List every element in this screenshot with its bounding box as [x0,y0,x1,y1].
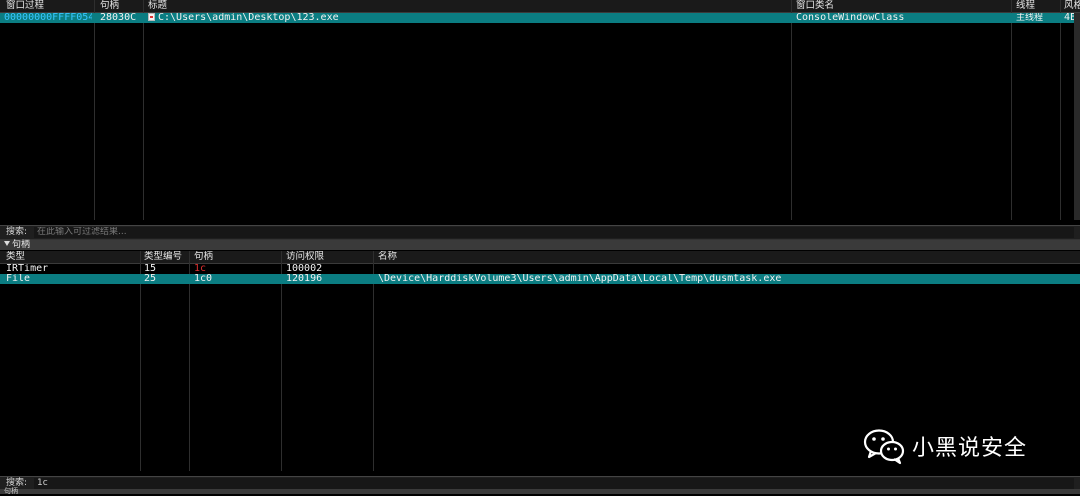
cell-type-number: 25 [144,274,157,284]
section-label-text: 句柄 [12,240,31,250]
col-access[interactable]: 访问权限 [280,251,372,263]
col-divider [791,0,792,220]
table-row[interactable]: 00000000FFFF054 28030C C:\Users\admin\De… [0,13,1080,23]
col-title[interactable]: 标题 [142,0,788,12]
cell-title: C:\Users\admin\Desktop\123.exe [142,13,788,23]
search-input[interactable] [34,478,1074,489]
cell-thread: 主线程 [1016,13,1044,23]
handles-header: 类型 类型编号 句柄 访问权限 名称 [0,251,1080,264]
table-row[interactable]: IRTimer 15 1c 100002 [0,264,1080,274]
col-name[interactable]: 名称 [372,251,1078,263]
col-divider [94,0,95,220]
cell-type-number: 15 [144,264,157,274]
col-divider [1060,0,1061,220]
watermark: 小黑说安全 [862,426,1027,466]
col-type[interactable]: 类型 [0,251,141,263]
col-style[interactable]: 风格 [1058,0,1080,12]
col-divider [189,251,190,471]
col-handle[interactable]: 句柄 [188,251,280,263]
col-thread[interactable]: 线程 [1010,0,1058,12]
col-divider [1011,0,1012,220]
cell-handle: 28030C [100,13,137,23]
scrollbar[interactable] [1074,13,1080,220]
section-label: 句柄 [4,240,30,250]
cell-handle: 1c0 [194,274,213,284]
bottom-label: 句柄 [4,487,18,495]
cell-access: 100002 [286,264,323,274]
chevron-down-icon[interactable] [4,241,10,246]
cell-type: IRTimer [6,264,49,274]
bottom-section-bar[interactable]: 句柄 [0,487,1080,495]
search-input[interactable] [34,227,1074,238]
col-divider [281,251,282,471]
title-text: C:\Users\admin\Desktop\123.exe [158,13,339,23]
col-divider [373,251,374,471]
cell-name [372,264,1078,274]
cell-window-class: ConsoleWindowClass [796,13,905,23]
file-icon [148,13,155,21]
cell-window-proc: 00000000FFFF054 [4,13,92,23]
cell-handle: 1c [194,264,207,274]
col-type-number[interactable]: 类型编号 [138,251,190,263]
handles-section-bar[interactable]: 句柄 [0,240,1080,250]
cell-name: \Device\HarddiskVolume3\Users\admin\AppD… [378,274,782,284]
windows-pane: 窗口过程 句柄 标题 窗口类名 线程 风格 00000000FFFF054 28… [0,0,1080,220]
windows-header: 窗口过程 句柄 标题 窗口类名 线程 风格 [0,0,1080,13]
search-label: 搜索: [6,227,28,237]
col-window-proc[interactable]: 窗口过程 [0,0,96,12]
table-row[interactable]: File 25 1c0 120196 \Device\HarddiskVolum… [0,274,1080,284]
col-handle[interactable]: 句柄 [94,0,144,12]
search-bar: 搜索: [0,225,1080,240]
cell-access: 120196 [286,274,323,284]
cell-type: File [6,274,31,284]
col-window-class[interactable]: 窗口类名 [790,0,1010,12]
watermark-text: 小黑说安全 [912,436,1028,461]
col-divider [143,0,144,220]
wechat-icon [863,429,905,465]
col-divider [140,251,141,471]
